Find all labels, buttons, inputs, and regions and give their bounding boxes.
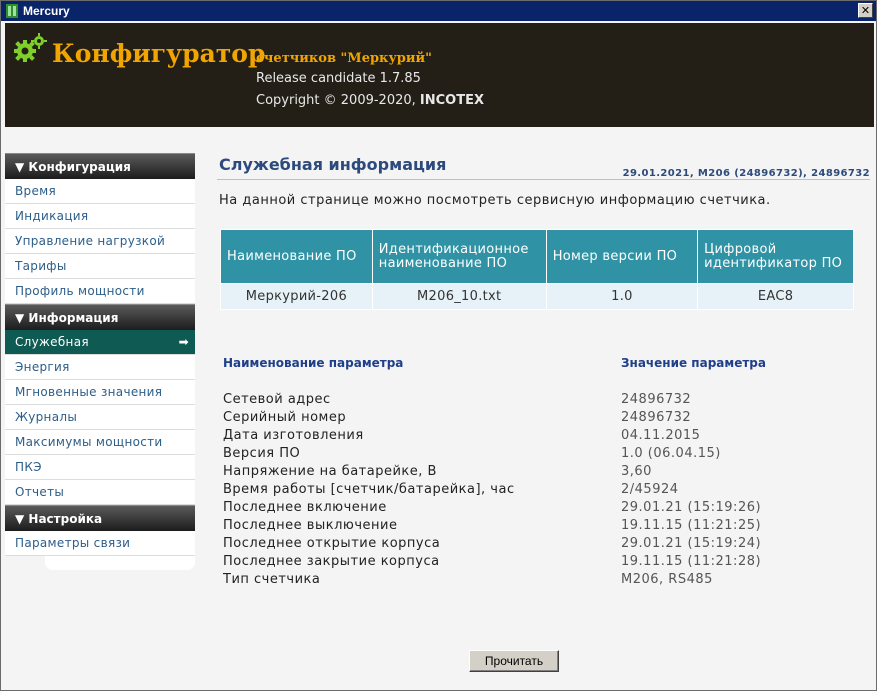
param-name: Напряжение на батарейке, В bbox=[223, 464, 437, 479]
app-brand: Конфигуратор bbox=[52, 39, 266, 68]
param-name: Время работы [счетчик/батарейка], час bbox=[223, 482, 515, 497]
param-value: 24896732 bbox=[621, 410, 692, 425]
sidebar-item[interactable]: Управление нагрузкой bbox=[5, 229, 195, 254]
param-name: Серийный номер bbox=[223, 410, 347, 425]
table-cell: M206_10.txt bbox=[371, 283, 547, 310]
sidebar-item[interactable]: Параметры связи bbox=[5, 531, 195, 556]
sidebar-section-header[interactable]: ▼ Конфигурация bbox=[5, 153, 195, 179]
param-name: Последнее закрытие корпуса bbox=[223, 554, 440, 569]
param-value: 04.11.2015 bbox=[621, 428, 701, 443]
param-value: 29.01.21 (15:19:24) bbox=[621, 536, 762, 551]
title-bar[interactable]: Mercury ✕ bbox=[1, 1, 876, 21]
table-cell: EAC8 bbox=[697, 283, 854, 310]
param-row: Последнее выключение 19.11.15 (11:21:25) bbox=[223, 518, 863, 536]
param-name-header: Наименование параметра bbox=[223, 356, 404, 370]
sidebar-item[interactable]: Профиль мощности bbox=[5, 279, 195, 304]
param-row: Версия ПО 1.0 (06.04.15) bbox=[223, 446, 863, 464]
sidebar-item[interactable]: Максимумы мощности bbox=[5, 430, 195, 455]
sidebar-item[interactable]: Тарифы bbox=[5, 254, 195, 279]
sidebar-item-label: Энергия bbox=[15, 360, 70, 374]
sidebar-section-header[interactable]: ▼ Настройка bbox=[5, 505, 195, 531]
sidebar-item[interactable]: Индикация bbox=[5, 204, 195, 229]
sidebar-item[interactable]: Время bbox=[5, 179, 195, 204]
table-row: Меркурий-206 M206_10.txt 1.0 EAC8 bbox=[220, 283, 854, 310]
copyright: Copyright © 2009-2020, INCOTEX bbox=[256, 93, 485, 108]
param-value: 19.11.15 (11:21:28) bbox=[621, 554, 762, 569]
param-value: 3,60 bbox=[621, 464, 652, 479]
app-window: Mercury ✕ Конфигуратор счетчиков "Меркур… bbox=[0, 0, 877, 691]
sidebar-footer bbox=[45, 556, 195, 570]
param-value: 29.01.21 (15:19:26) bbox=[621, 500, 762, 515]
sidebar-item-label: Время bbox=[15, 184, 57, 198]
param-row: Последнее включение 29.01.21 (15:19:26) bbox=[223, 500, 863, 518]
sidebar-item-label: Управление нагрузкой bbox=[15, 234, 166, 248]
sidebar-item[interactable]: ПКЭ bbox=[5, 455, 195, 480]
title-divider bbox=[217, 179, 870, 180]
close-icon: ✕ bbox=[860, 4, 871, 17]
param-row: Сетевой адрес 24896732 bbox=[223, 392, 863, 410]
page-title: Служебная информация bbox=[219, 155, 447, 174]
release-version: Release candidate 1.7.85 bbox=[256, 71, 421, 86]
param-name: Тип счетчика bbox=[223, 572, 321, 587]
params-header: Наименование параметра Значение параметр… bbox=[223, 356, 863, 370]
sidebar-item-label: Максимумы мощности bbox=[15, 435, 163, 449]
sidebar-item[interactable]: Мгновенные значения bbox=[5, 380, 195, 405]
param-row: Дата изготовления 04.11.2015 bbox=[223, 428, 863, 446]
param-name: Версия ПО bbox=[223, 446, 301, 461]
table-header-row: Наименование ПО Идентификационное наимен… bbox=[220, 229, 854, 284]
column-header: Номер версии ПО bbox=[545, 229, 699, 284]
app-header: Конфигуратор счетчиков "Меркурий" Releas… bbox=[5, 23, 874, 127]
param-value: 24896732 bbox=[621, 392, 692, 407]
table-cell: Меркурий-206 bbox=[220, 283, 373, 310]
sidebar-item-label: Тарифы bbox=[15, 259, 67, 273]
intro-text: На данной странице можно посмотреть серв… bbox=[219, 193, 771, 208]
device-status: 29.01.2021, M206 (24896732), 24896732 bbox=[622, 168, 870, 179]
sidebar-section-header[interactable]: ▼ Информация bbox=[5, 304, 195, 330]
sidebar-item-label: Отчеты bbox=[15, 485, 65, 499]
param-row: Последнее открытие корпуса 29.01.21 (15:1… bbox=[223, 536, 863, 554]
window-title: Mercury bbox=[23, 4, 70, 18]
param-name: Дата изготовления bbox=[223, 428, 364, 443]
param-row: Серийный номер 24896732 bbox=[223, 410, 863, 428]
param-row: Тип счетчика M206, RS485 bbox=[223, 572, 863, 590]
param-value: M206, RS485 bbox=[621, 572, 713, 587]
sidebar-item-label: ПКЭ bbox=[15, 460, 42, 474]
read-button[interactable]: Прочитать bbox=[469, 650, 559, 672]
app-subtitle: счетчиков "Меркурий" bbox=[256, 51, 432, 66]
company-name: INCOTEX bbox=[419, 93, 485, 108]
column-header: Идентификационное наименование ПО bbox=[371, 229, 547, 284]
params-list: Сетевой адрес 24896732 Серийный номер 24896… bbox=[223, 392, 863, 590]
sidebar-item[interactable]: Журналы bbox=[5, 405, 195, 430]
software-table: Наименование ПО Идентификационное наимен… bbox=[220, 229, 854, 310]
sidebar-item-label: Индикация bbox=[15, 209, 89, 223]
param-name: Сетевой адрес bbox=[223, 392, 331, 407]
sidebar-item-label: Мгновенные значения bbox=[15, 385, 163, 399]
param-name: Последнее открытие корпуса bbox=[223, 536, 441, 551]
mercury-app-icon bbox=[5, 4, 19, 18]
param-value: 2/45924 bbox=[621, 482, 679, 497]
param-value: 19.11.15 (11:21:25) bbox=[621, 518, 762, 533]
param-row: Напряжение на батарейке, В 3,60 bbox=[223, 464, 863, 482]
gears-icon bbox=[13, 33, 47, 69]
param-row: Время работы [счетчик/батарейка], час 2/4… bbox=[223, 482, 863, 500]
sidebar-item-label: Параметры связи bbox=[15, 536, 131, 550]
sidebar-item-label: Служебная bbox=[15, 335, 89, 349]
column-header: Цифровой идентификатор ПО bbox=[697, 229, 854, 284]
sidebar-item-label: Профиль мощности bbox=[15, 284, 145, 298]
sidebar: ▼ Конфигурация Время Индикация Управление н… bbox=[5, 153, 195, 570]
param-value: 1.0 (06.04.15) bbox=[621, 446, 721, 461]
sidebar-item[interactable]: Энергия bbox=[5, 355, 195, 380]
param-name: Последнее выключение bbox=[223, 518, 398, 533]
param-name: Последнее включение bbox=[223, 500, 387, 515]
sidebar-item[interactable]: Служебная ➡ bbox=[5, 330, 195, 355]
param-value-header: Значение параметра bbox=[621, 356, 766, 370]
sidebar-item[interactable]: Отчеты bbox=[5, 480, 195, 505]
close-button[interactable]: ✕ bbox=[858, 3, 873, 18]
table-cell: 1.0 bbox=[545, 283, 699, 310]
param-row: Последнее закрытие корпуса 19.11.15 (11:2… bbox=[223, 554, 863, 572]
column-header: Наименование ПО bbox=[220, 229, 373, 284]
arrow-right-icon: ➡ bbox=[178, 335, 189, 349]
sidebar-item-label: Журналы bbox=[15, 410, 78, 424]
